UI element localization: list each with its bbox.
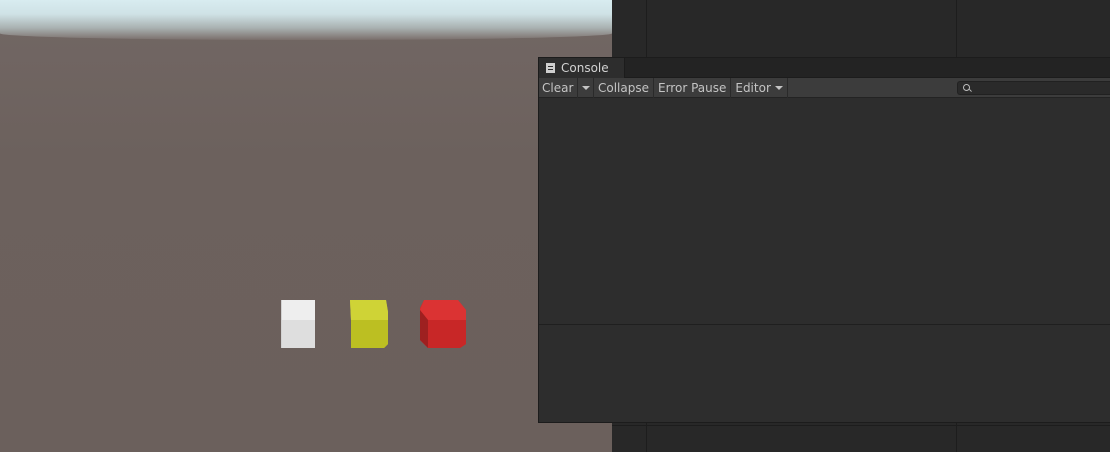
ground-plane [0,30,612,452]
yellow-cube[interactable] [348,298,390,350]
white-cube[interactable] [279,298,317,350]
clear-button[interactable]: Clear [539,77,578,98]
panel-divider [612,425,1110,426]
console-detail-pane[interactable] [539,326,1110,422]
collapse-button[interactable]: Collapse [594,77,654,98]
tab-console[interactable]: Console [539,58,625,78]
editor-dropdown[interactable]: Editor [731,77,788,98]
console-tab-bar: Console [539,58,1110,78]
search-input[interactable] [974,82,1104,94]
scene-view[interactable] [0,0,612,452]
console-toolbar: Clear Collapse Error Pause Editor [539,77,1110,98]
skybox-horizon [0,0,612,40]
clear-options-dropdown[interactable] [578,77,594,98]
console-window[interactable]: Console Clear Collapse Error Pause Edito… [538,57,1110,423]
chevron-down-icon [774,85,783,90]
red-cube[interactable] [418,298,468,350]
console-log-list[interactable] [539,98,1110,325]
tab-console-label: Console [561,61,609,75]
error-pause-button[interactable]: Error Pause [654,77,732,98]
search-field[interactable] [957,81,1110,95]
search-icon [963,84,970,91]
editor-dropdown-label: Editor [735,80,771,95]
chevron-down-icon [581,85,590,90]
console-icon [546,63,555,73]
